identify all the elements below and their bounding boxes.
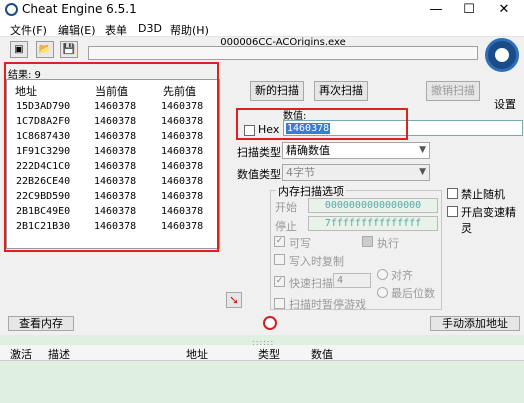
executable-checkbox[interactable] xyxy=(362,236,373,247)
ce-logo-inner xyxy=(495,48,509,62)
copy-on-write-checkbox[interactable] xyxy=(274,254,285,265)
menu-help[interactable]: 帮助(H) xyxy=(170,22,209,38)
col-description[interactable]: 描述 xyxy=(48,346,70,362)
highlight-box xyxy=(4,62,219,252)
speedhack-label: 开启变速精灵 xyxy=(461,206,516,235)
save-icon[interactable]: 💾 xyxy=(60,41,78,58)
undo-scan-button[interactable]: 撤销扫描 xyxy=(426,81,480,101)
fast-scan-checkbox[interactable]: ✓ xyxy=(274,276,285,287)
disable-random-checkbox[interactable] xyxy=(447,188,458,199)
align-radio[interactable] xyxy=(377,269,388,280)
close-button[interactable]: ✕ xyxy=(490,0,518,20)
chevron-down-icon: ▼ xyxy=(419,167,426,177)
speedhack-checkbox[interactable] xyxy=(447,206,458,217)
menu-edit[interactable]: 编辑(E) xyxy=(58,22,96,38)
scan-type-select[interactable]: 精确数值 ▼ xyxy=(282,142,430,159)
stop-label: 停止 xyxy=(275,220,297,233)
col-active[interactable]: 激活 xyxy=(10,346,32,362)
chevron-down-icon: ▼ xyxy=(419,145,426,155)
maximize-button[interactable]: ☐ xyxy=(455,0,483,20)
scan-type-label: 扫描类型 xyxy=(237,146,281,159)
start-address-input[interactable]: 0000000000000000 xyxy=(308,198,438,213)
view-memory-button[interactable]: 查看内存 xyxy=(8,316,74,331)
add-address-button[interactable]: 手动添加地址 xyxy=(430,316,520,331)
memory-options-title: 内存扫描选项 xyxy=(276,183,346,199)
app-logo-icon xyxy=(5,3,18,16)
writable-checkbox[interactable]: ✓ xyxy=(274,236,285,247)
window-title: Cheat Engine 6.5.1 xyxy=(22,2,137,16)
stop-address-input[interactable]: 7fffffffffffffff xyxy=(308,216,438,231)
align-label: 对齐 xyxy=(391,269,413,282)
menu-d3d[interactable]: D3D xyxy=(138,22,162,35)
menu-table[interactable]: 表单 xyxy=(105,22,127,38)
col-type[interactable]: 类型 xyxy=(258,346,280,362)
stop-icon[interactable] xyxy=(263,316,277,330)
new-scan-button[interactable]: 新的扫描 xyxy=(250,81,304,101)
value-type-select[interactable]: 4字节 ▼ xyxy=(282,164,430,181)
minimize-button[interactable]: — xyxy=(422,0,450,20)
value-type-label: 数值类型 xyxy=(237,168,281,181)
fast-scan-label: 快速扫描 xyxy=(289,277,333,290)
disable-random-label: 禁止随机 xyxy=(461,188,505,201)
executable-label: 执行 xyxy=(377,237,399,250)
scan-type-value: 精确数值 xyxy=(286,144,330,157)
copy-on-write-label: 写入时复制 xyxy=(289,255,344,268)
open-process-icon[interactable]: ▣ xyxy=(10,41,28,58)
pause-game-checkbox[interactable] xyxy=(274,298,285,309)
value-highlight-box xyxy=(236,108,408,140)
arrow-icon[interactable]: ➘ xyxy=(226,292,242,308)
settings-label[interactable]: 设置 xyxy=(494,96,516,112)
col-value[interactable]: 数值 xyxy=(311,346,333,362)
last-digits-radio[interactable] xyxy=(377,287,388,298)
last-digits-label: 最后位数 xyxy=(391,287,435,300)
next-scan-button[interactable]: 再次扫描 xyxy=(314,81,368,101)
writable-label: 可写 xyxy=(289,237,311,250)
scan-progress-bar xyxy=(88,46,478,60)
fast-scan-value-input[interactable]: 4 xyxy=(333,273,371,288)
menu-file[interactable]: 文件(F) xyxy=(10,22,47,38)
value-type-value: 4字节 xyxy=(286,166,315,179)
open-folder-icon[interactable]: 📂 xyxy=(36,41,54,58)
start-label: 开始 xyxy=(275,201,297,214)
col-table-address[interactable]: 地址 xyxy=(186,346,208,362)
pause-game-label: 扫描时暂停游戏 xyxy=(289,298,366,311)
